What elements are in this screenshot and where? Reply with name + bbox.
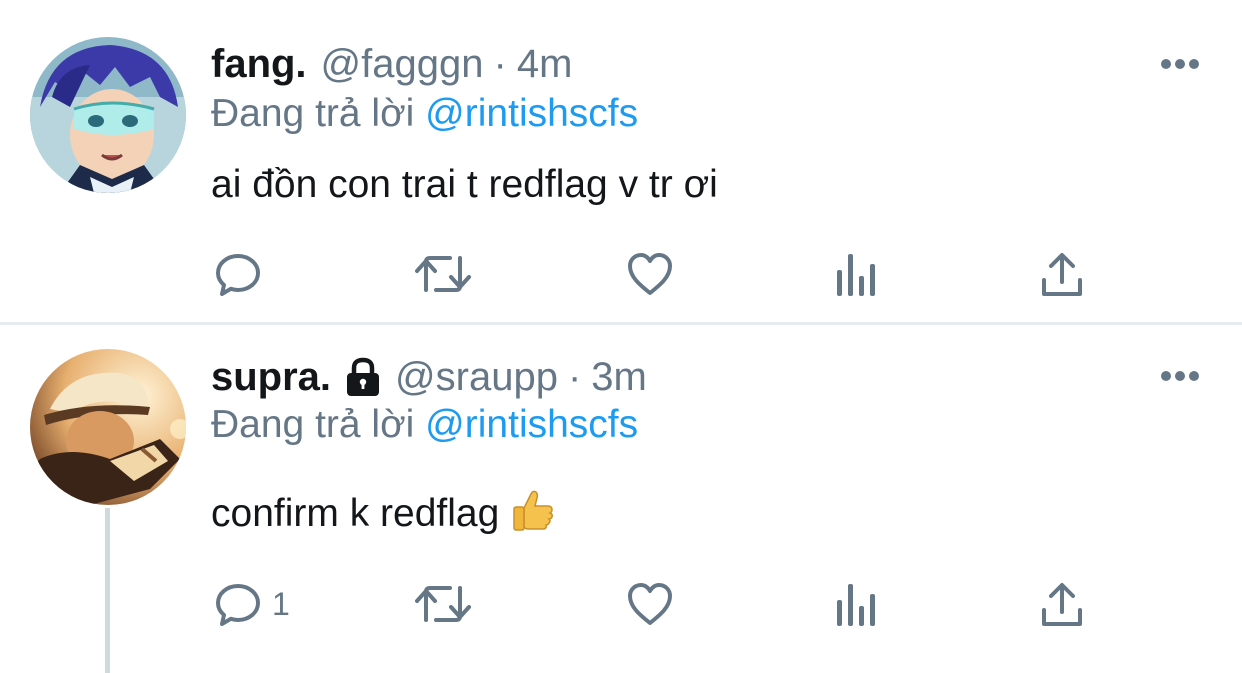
retweet-icon	[415, 256, 471, 292]
like-icon	[628, 253, 672, 295]
display-name[interactable]: supra.	[211, 355, 331, 400]
retweet-button[interactable]	[414, 244, 472, 304]
share-icon	[1042, 253, 1082, 296]
mention-link[interactable]: @rintishscfs	[425, 403, 638, 446]
analytics-icon	[837, 254, 875, 296]
action-bar	[0, 244, 1242, 304]
analytics-button[interactable]	[834, 244, 878, 304]
share-icon	[1042, 583, 1082, 626]
separator-dot: ·	[493, 41, 507, 86]
share-button[interactable]	[1040, 574, 1084, 634]
reply-icon	[216, 584, 260, 626]
share-button[interactable]	[1040, 244, 1084, 304]
avatar[interactable]	[30, 37, 186, 193]
replying-prefix: Đang trả lời	[211, 92, 426, 135]
user-handle[interactable]: @fagggn	[321, 42, 484, 87]
retweet-icon	[415, 586, 471, 622]
more-icon[interactable]	[1160, 57, 1200, 71]
user-handle[interactable]: @sraupp	[395, 355, 558, 400]
replying-to-line: Đang trả lời @rintishscfs	[211, 92, 638, 142]
timestamp[interactable]: 4m	[517, 42, 573, 87]
retweet-button[interactable]	[414, 574, 472, 634]
tweet-text: confirm k redflag	[211, 492, 500, 535]
thumbs-up-emoji	[513, 490, 554, 531]
replying-prefix: Đang trả lời	[211, 403, 426, 446]
separator-dot: ·	[567, 354, 582, 399]
analytics-icon	[837, 584, 875, 626]
like-button[interactable]	[626, 574, 674, 634]
tweet[interactable]: supra. @sraupp · 3m Đang trả lời @rintis…	[0, 325, 1242, 673]
avatar[interactable]	[30, 349, 186, 505]
lock-icon	[347, 357, 380, 396]
timestamp[interactable]: 3m	[591, 355, 647, 400]
mention-link[interactable]: @rintishscfs	[425, 92, 638, 135]
more-icon[interactable]	[1160, 369, 1200, 383]
like-icon	[628, 583, 672, 625]
reply-button[interactable]: 1	[214, 574, 290, 634]
like-button[interactable]	[626, 244, 674, 304]
analytics-button[interactable]	[834, 574, 878, 634]
tweet-text-line: confirm k redflag	[211, 488, 555, 536]
tweet[interactable]: fang. @fagggn · 4m Đang trả lời @rintish…	[0, 0, 1242, 323]
display-name[interactable]: fang.	[211, 42, 307, 87]
tweet-text: ai đồn con trai t redflag v tr ơi	[211, 163, 718, 206]
action-bar: 1	[0, 574, 1242, 634]
replying-to-line: Đang trả lời @rintishscfs	[211, 403, 638, 453]
reply-count: 1	[272, 585, 290, 622]
reply-button[interactable]	[214, 244, 262, 304]
reply-icon	[216, 254, 260, 296]
